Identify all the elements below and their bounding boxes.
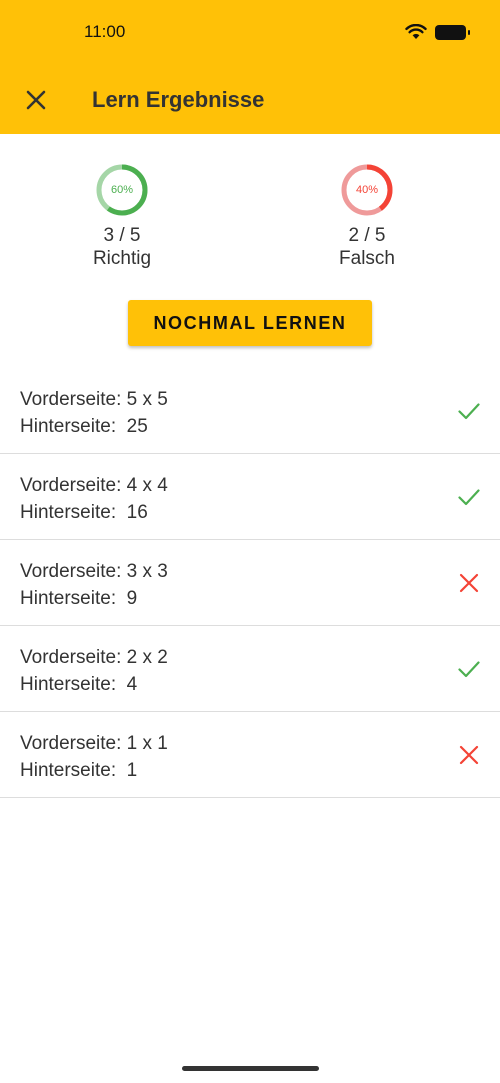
card-text: Vorderseite: 1 x 1 Hinterseite: 1 — [20, 730, 168, 784]
page-title: Lern Ergebnisse — [92, 87, 265, 112]
card-front: Vorderseite: 4 x 4 — [20, 475, 168, 496]
check-icon — [458, 489, 480, 506]
list-item[interactable]: Vorderseite: 2 x 2 Hinterseite: 4 — [0, 626, 500, 712]
card-back: Hinterseite: 1 — [20, 760, 138, 781]
home-indicator[interactable] — [182, 1066, 319, 1071]
battery-icon — [435, 24, 470, 40]
correct-percent: 60% — [110, 184, 134, 196]
wrong-percent: 40% — [355, 184, 379, 196]
list-item[interactable]: Vorderseite: 3 x 3 Hinterseite: 9 — [0, 540, 500, 626]
close-button[interactable] — [22, 86, 50, 114]
card-text: Vorderseite: 3 x 3 Hinterseite: 9 — [20, 558, 168, 612]
check-icon — [458, 403, 480, 420]
correct-count: 3 / 5 — [103, 225, 141, 246]
cross-icon — [459, 745, 479, 765]
wrong-progress-ring: 40% — [341, 164, 393, 216]
wrong-label: Falsch — [339, 248, 395, 269]
card-front: Vorderseite: 2 x 2 — [20, 647, 168, 668]
list-item[interactable]: Vorderseite: 1 x 1 Hinterseite: 1 — [0, 712, 500, 798]
card-back: Hinterseite: 25 — [20, 416, 148, 437]
card-text: Vorderseite: 2 x 2 Hinterseite: 4 — [20, 644, 168, 698]
card-back: Hinterseite: 16 — [20, 502, 148, 523]
relearn-button[interactable]: NOCHMAL LERNEN — [128, 300, 372, 346]
correct-progress-ring: 60% — [96, 164, 148, 216]
card-back: Hinterseite: 4 — [20, 674, 138, 695]
status-icons — [405, 24, 470, 40]
card-text: Vorderseite: 4 x 4 Hinterseite: 16 — [20, 472, 168, 526]
correct-label: Richtig — [92, 248, 152, 269]
cross-icon — [459, 573, 479, 593]
stat-wrong: 40% 2 / 5 Falsch — [287, 164, 447, 271]
check-icon — [458, 661, 480, 678]
card-front: Vorderseite: 3 x 3 — [20, 561, 168, 582]
list-item[interactable]: Vorderseite: 4 x 4 Hinterseite: 16 — [0, 454, 500, 540]
wrong-count: 2 / 5 — [348, 225, 386, 246]
card-back: Hinterseite: 9 — [20, 588, 138, 609]
card-text: Vorderseite: 5 x 5 Hinterseite: 25 — [20, 386, 168, 440]
card-front: Vorderseite: 5 x 5 — [20, 389, 168, 410]
list-item[interactable]: Vorderseite: 5 x 5 Hinterseite: 25 — [0, 368, 500, 454]
app-bar: 11:00 Lern Ergebnisse — [0, 0, 500, 134]
card-front: Vorderseite: 1 x 1 — [20, 733, 168, 754]
wifi-icon — [405, 24, 427, 39]
stat-correct: 60% 3 / 5 Richtig — [42, 164, 202, 271]
results-list: Vorderseite: 5 x 5 Hinterseite: 25 Vorders… — [0, 368, 500, 798]
status-time: 11:00 — [84, 22, 126, 41]
close-icon — [26, 90, 46, 110]
